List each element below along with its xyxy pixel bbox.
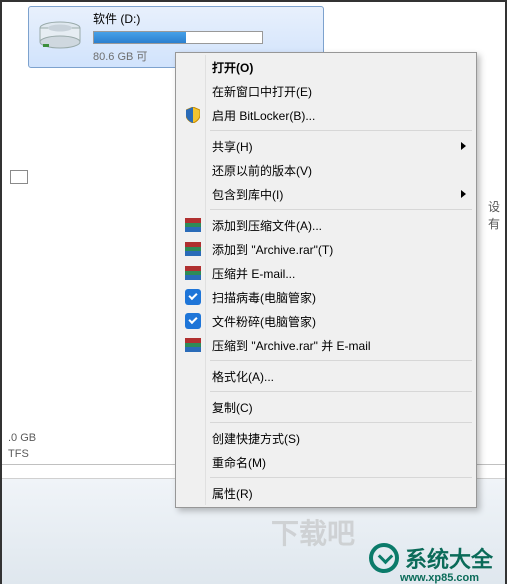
menu-label: 添加到压缩文件(A)...: [212, 217, 322, 234]
menu-separator: [210, 130, 472, 131]
menu-label: 重命名(M): [212, 454, 266, 471]
menu-format[interactable]: 格式化(A)...: [178, 364, 474, 388]
watermark-url: www.xp85.com: [400, 572, 479, 584]
menu-separator: [210, 422, 472, 423]
drive-label: 软件 (D:): [93, 10, 263, 29]
menu-open[interactable]: 打开(O): [178, 55, 474, 79]
drive-usage-fill: [94, 32, 186, 43]
menu-label: 格式化(A)...: [212, 368, 274, 385]
rar-icon: [184, 216, 202, 234]
menu-label: 扫描病毒(电脑管家): [212, 289, 316, 306]
menu-separator: [210, 209, 472, 210]
menu-label: 包含到库中(I): [212, 186, 283, 203]
right-truncated-text: 设有: [488, 198, 505, 232]
rar-icon: [184, 240, 202, 258]
explorer-window: 软件 (D:) 80.6 GB 可 设有 .0 GB TFS 打开(O) 在新窗…: [2, 2, 505, 582]
menu-copy[interactable]: 复制(C): [178, 395, 474, 419]
menu-label: 创建快捷方式(S): [212, 430, 300, 447]
menu-include-library[interactable]: 包含到库中(I): [178, 182, 474, 206]
watermark: 系统大全 www.xp85.com: [369, 542, 493, 574]
menu-rename[interactable]: 重命名(M): [178, 450, 474, 474]
watermark-icon: [369, 543, 399, 573]
checkbox-truncated[interactable]: [10, 170, 28, 184]
menu-share[interactable]: 共享(H): [178, 134, 474, 158]
menu-scan-virus[interactable]: 扫描病毒(电脑管家): [178, 285, 474, 309]
menu-bitlocker[interactable]: 启用 BitLocker(B)...: [178, 103, 474, 127]
drive-icon: [37, 20, 83, 54]
detail-size: .0 GB: [8, 430, 36, 446]
menu-label: 文件粉碎(电脑管家): [212, 313, 316, 330]
menu-separator: [210, 391, 472, 392]
rar-icon: [184, 264, 202, 282]
context-menu: 打开(O) 在新窗口中打开(E) 启用 BitLocker(B)... 共享(H…: [175, 52, 477, 508]
menu-file-shred[interactable]: 文件粉碎(电脑管家): [178, 309, 474, 333]
menu-label: 在新窗口中打开(E): [212, 83, 312, 100]
menu-properties[interactable]: 属性(R): [178, 481, 474, 505]
chevron-right-icon: [461, 142, 466, 150]
menu-create-shortcut[interactable]: 创建快捷方式(S): [178, 426, 474, 450]
detail-fs: TFS: [8, 446, 36, 462]
shield-icon: [184, 106, 202, 124]
menu-compress-to-email[interactable]: 压缩到 "Archive.rar" 并 E-mail: [178, 333, 474, 357]
menu-label: 复制(C): [212, 399, 253, 416]
menu-add-to-rar[interactable]: 添加到 "Archive.rar"(T): [178, 237, 474, 261]
details-pane: .0 GB TFS: [8, 430, 36, 462]
menu-label: 属性(R): [212, 485, 253, 502]
menu-restore-versions[interactable]: 还原以前的版本(V): [178, 158, 474, 182]
qqguard-icon: [184, 312, 202, 330]
menu-label: 启用 BitLocker(B)...: [212, 107, 315, 124]
rar-icon: [184, 336, 202, 354]
watermark-text: 系统大全: [405, 542, 493, 574]
menu-label: 打开(O): [212, 59, 253, 76]
menu-label: 压缩并 E-mail...: [212, 265, 295, 282]
menu-separator: [210, 360, 472, 361]
chevron-right-icon: [461, 190, 466, 198]
watermark-secondary: 下载吧: [271, 512, 355, 552]
menu-label: 还原以前的版本(V): [212, 162, 312, 179]
menu-separator: [210, 477, 472, 478]
menu-label: 共享(H): [212, 138, 253, 155]
menu-add-archive[interactable]: 添加到压缩文件(A)...: [178, 213, 474, 237]
drive-usage-bar: [93, 31, 263, 44]
menu-compress-email[interactable]: 压缩并 E-mail...: [178, 261, 474, 285]
menu-label: 压缩到 "Archive.rar" 并 E-mail: [212, 337, 371, 354]
menu-label: 添加到 "Archive.rar"(T): [212, 241, 333, 258]
menu-open-new-window[interactable]: 在新窗口中打开(E): [178, 79, 474, 103]
qqguard-icon: [184, 288, 202, 306]
